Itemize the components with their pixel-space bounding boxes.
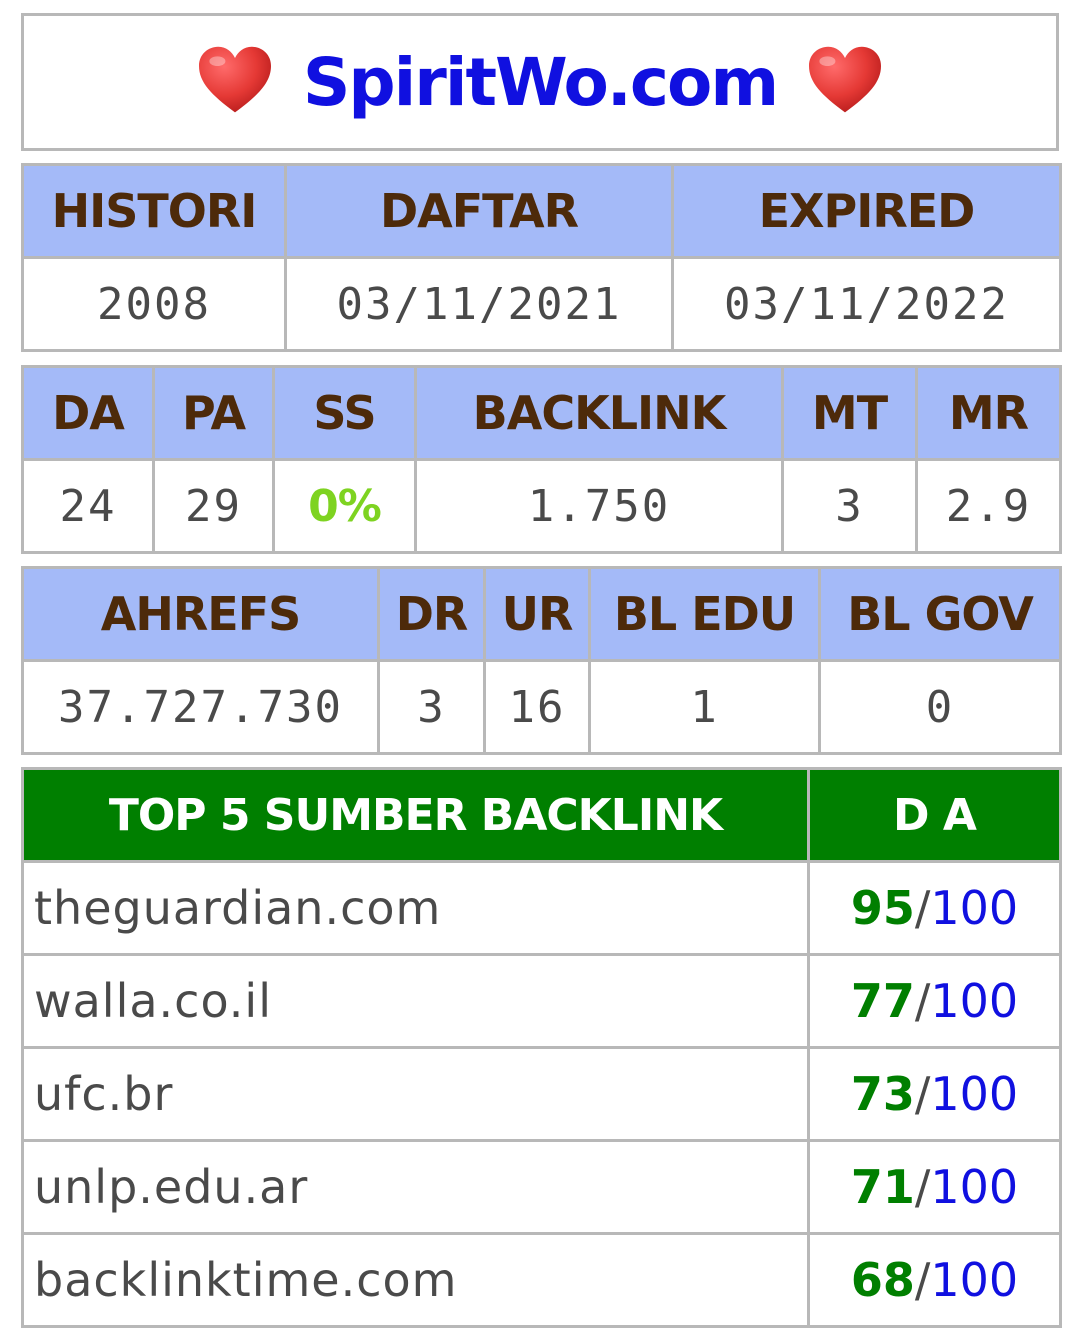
histori-header: HISTORI [21,163,287,259]
moz-value-row: 24 29 0% 1.750 3 2.9 [21,458,1062,554]
top-backlinks-header-row: TOP 5 SUMBER BACKLINK D A [21,767,1062,863]
da-max: 100 [930,881,1019,935]
bl-gov-header: BL GOV [818,566,1062,662]
da-score: 73 [850,1067,915,1121]
moz-metrics-table: DA PA SS BACKLINK MT MR 24 29 0% 1.750 3… [21,365,1062,554]
bl-edu-value: 1 [588,659,821,755]
ahrefs-value: 37.727.730 [21,659,380,755]
da-max: 100 [930,974,1019,1028]
mr-header: MR [915,365,1062,461]
score-separator: / [914,881,931,935]
da-max: 100 [930,1067,1019,1121]
table-row: unlp.edu.ar 71/100 [21,1139,1062,1235]
score-separator: / [914,974,931,1028]
moz-header-row: DA PA SS BACKLINK MT MR [21,365,1062,461]
backlink-score: 71/100 [807,1139,1062,1235]
registration-header-row: HISTORI DAFTAR EXPIRED [21,163,1062,259]
mt-header: MT [781,365,918,461]
ahrefs-header: AHREFS [21,566,380,662]
registration-value-row: 2008 03/11/2021 03/11/2022 [21,256,1062,352]
daftar-value: 03/11/2021 [284,256,674,352]
table-row: walla.co.il 77/100 [21,953,1062,1049]
heart-icon [809,46,882,113]
backlink-domain[interactable]: ufc.br [21,1046,810,1142]
backlink-score: 73/100 [807,1046,1062,1142]
site-title[interactable]: SpiritWo.com [303,44,779,121]
mr-value: 2.9 [915,458,1062,554]
backlink-value: 1.750 [414,458,784,554]
expired-value: 03/11/2022 [671,256,1062,352]
pa-value: 29 [152,458,275,554]
ahrefs-header-row: AHREFS DR UR BL EDU BL GOV [21,566,1062,662]
score-separator: / [914,1160,931,1214]
da-max: 100 [930,1160,1019,1214]
da-header: DA [21,365,155,461]
da-score: 95 [850,881,915,935]
ur-header: UR [483,566,591,662]
ur-value: 16 [483,659,591,755]
pa-header: PA [152,365,275,461]
backlink-score: 68/100 [807,1232,1062,1328]
da-score: 68 [850,1253,915,1307]
site-title-box: SpiritWo.com [21,13,1059,151]
backlink-score: 77/100 [807,953,1062,1049]
ss-header: SS [272,365,417,461]
ahrefs-table: AHREFS DR UR BL EDU BL GOV 37.727.730 3 … [21,566,1062,755]
backlink-score: 95/100 [807,860,1062,956]
registration-table: HISTORI DAFTAR EXPIRED 2008 03/11/2021 0… [21,163,1062,352]
ss-value: 0% [272,458,417,554]
table-row: backlinktime.com 68/100 [21,1232,1062,1328]
backlink-source-header: TOP 5 SUMBER BACKLINK [21,767,810,863]
daftar-header: DAFTAR [284,163,674,259]
top-backlinks-table: TOP 5 SUMBER BACKLINK D A theguardian.co… [21,767,1062,1328]
backlink-domain[interactable]: backlinktime.com [21,1232,810,1328]
backlink-domain[interactable]: theguardian.com [21,860,810,956]
score-separator: / [914,1253,931,1307]
dr-value: 3 [377,659,486,755]
table-row: theguardian.com 95/100 [21,860,1062,956]
da-score: 71 [850,1160,915,1214]
mt-value: 3 [781,458,918,554]
backlink-da-header: D A [807,767,1062,863]
da-score: 77 [850,974,915,1028]
backlink-domain[interactable]: unlp.edu.ar [21,1139,810,1235]
da-max: 100 [930,1253,1019,1307]
backlink-header: BACKLINK [414,365,784,461]
backlink-domain[interactable]: walla.co.il [21,953,810,1049]
bl-gov-value: 0 [818,659,1062,755]
histori-value: 2008 [21,256,287,352]
ahrefs-value-row: 37.727.730 3 16 1 0 [21,659,1062,755]
da-value: 24 [21,458,155,554]
expired-header: EXPIRED [671,163,1062,259]
heart-icon [198,46,271,113]
score-separator: / [914,1067,931,1121]
bl-edu-header: BL EDU [588,566,821,662]
table-row: ufc.br 73/100 [21,1046,1062,1142]
dr-header: DR [377,566,486,662]
